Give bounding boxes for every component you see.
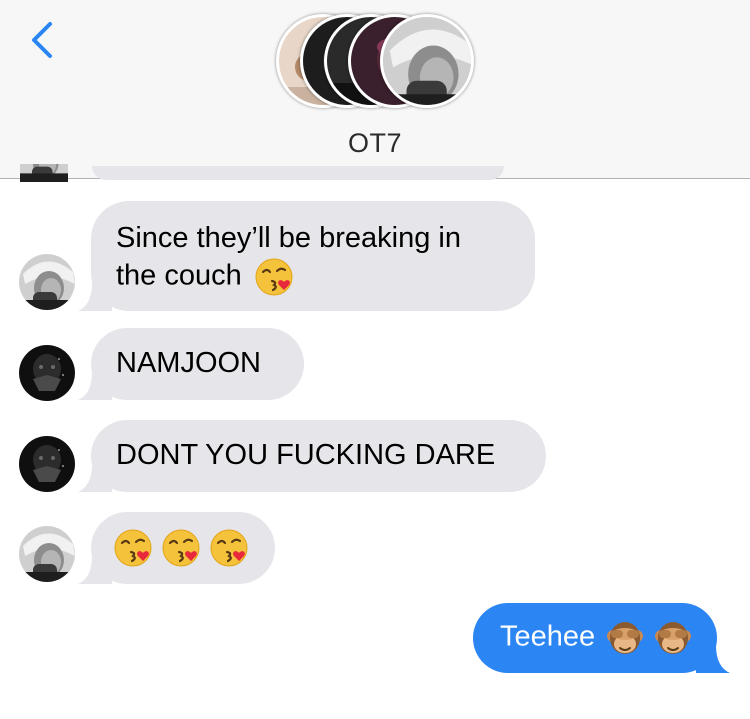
- avatar: [380, 14, 474, 108]
- avatar[interactable]: [19, 254, 75, 310]
- group-avatar-stack[interactable]: [270, 14, 480, 114]
- avatar[interactable]: [19, 345, 75, 401]
- chevron-left-icon[interactable]: [22, 20, 62, 60]
- avatar: [20, 164, 68, 184]
- avatar[interactable]: [19, 526, 75, 582]
- message-bubble[interactable]: [78, 512, 275, 584]
- message-text: DONT YOU FUCKING DARE: [116, 439, 496, 471]
- message-text: NAMJOON: [116, 347, 261, 379]
- kissing-heart-emoji: [254, 257, 293, 297]
- message-bubble[interactable]: Since they’ll be breaking in the couch: [78, 201, 535, 311]
- message-bubble[interactable]: NAMJOON: [78, 328, 304, 400]
- conversation-header: OT7: [0, 0, 750, 179]
- message-bubble[interactable]: DONT YOU FUCKING DARE: [78, 420, 546, 492]
- conversation-title[interactable]: OT7: [0, 128, 750, 159]
- message-text: Since they’ll be breaking in: [116, 222, 461, 254]
- avatar[interactable]: [19, 436, 75, 492]
- kissing-heart-emoji: [209, 528, 249, 568]
- see-no-evil-monkey-emoji: [654, 621, 693, 655]
- message-bubble-partial: [92, 166, 504, 180]
- sent-message-bubble[interactable]: Teehee: [473, 603, 730, 673]
- kissing-heart-emoji: [113, 528, 153, 568]
- message-text: the couch: [116, 259, 242, 292]
- message-text: Teehee: [500, 620, 596, 653]
- kissing-heart-emoji: [161, 528, 201, 568]
- see-no-evil-monkey-emoji: [606, 621, 645, 655]
